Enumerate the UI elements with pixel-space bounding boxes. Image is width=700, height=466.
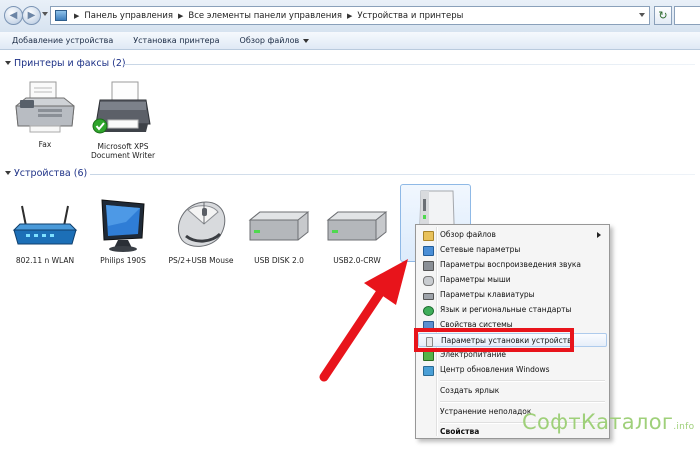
device-usb-disk[interactable]: USB DISK 2.0 (246, 196, 312, 268)
browse-files-button[interactable]: Обзор файлов (240, 36, 310, 45)
add-printer-button[interactable]: Установка принтера (133, 36, 219, 45)
control-panel-icon (55, 10, 67, 21)
menu-item-label: Параметры воспроизведения звука (440, 260, 582, 269)
speaker-icon (423, 261, 434, 271)
menu-item-label: Центр обновления Windows (440, 365, 550, 374)
device-mouse[interactable]: PS/2+USB Mouse (168, 196, 234, 268)
network-icon (423, 246, 434, 256)
group-header-devices[interactable]: Устройства (6) (0, 168, 700, 180)
router-icon (12, 205, 78, 245)
group-title-printers: Принтеры и факсы (2) (14, 58, 126, 69)
device-label-monitor: Philips 190S (100, 256, 146, 265)
windows-update-icon (423, 366, 434, 376)
highlight-box (414, 328, 574, 352)
breadcrumb: ▶ Панель управления ▶ Все элементы панел… (69, 7, 463, 24)
menu-item-label: Параметры клавиатуры (440, 290, 535, 299)
menu-separator (440, 380, 605, 382)
device-label-mouse: PS/2+USB Mouse (168, 256, 234, 265)
menu-item-keyboard-settings[interactable]: Параметры клавиатуры (418, 288, 607, 302)
menu-separator (440, 401, 605, 403)
menu-item-create-shortcut[interactable]: Создать ярлык (418, 384, 607, 398)
group-title-devices: Устройства (6) (14, 168, 88, 179)
menu-item-label: Создать ярлык (440, 386, 500, 395)
add-device-button[interactable]: Добавление устройства (12, 36, 113, 45)
menu-item-sound-settings[interactable]: Параметры воспроизведения звука (418, 258, 607, 272)
printer-icon (92, 81, 151, 134)
breadcrumb-devices-printers[interactable]: Устройства и принтеры (357, 11, 463, 21)
address-field[interactable]: ▶ Панель управления ▶ Все элементы панел… (50, 6, 650, 25)
browse-files-label: Обзор файлов (239, 36, 300, 45)
menu-item-browse-files[interactable]: Обзор файлов (418, 228, 607, 242)
device-label-wlan: 802.11 n WLAN (15, 256, 75, 265)
drive-icon (326, 211, 388, 241)
power-icon (423, 351, 434, 361)
address-bar: ◀ ▶ ▶ Панель управления ▶ Все элементы п… (0, 0, 700, 33)
device-wlan[interactable]: 802.11 n WLAN (12, 196, 78, 268)
recent-pages-dropdown[interactable] (42, 12, 48, 16)
mouse-icon (177, 201, 226, 247)
red-arrow-icon (319, 259, 408, 382)
fax-icon (15, 81, 75, 133)
menu-item-region-settings[interactable]: Язык и региональные стандарты (418, 303, 607, 317)
globe-icon (423, 306, 434, 316)
menu-item-label: Устранение неполадок (440, 407, 532, 416)
back-button[interactable]: ◀ (4, 6, 23, 25)
collapse-arrow-icon[interactable] (5, 61, 11, 65)
menu-item-windows-update[interactable]: Центр обновления Windows (418, 363, 607, 377)
watermark: СофтКаталог.info (522, 410, 694, 434)
address-dropdown-icon[interactable] (639, 13, 645, 17)
menu-item-network-settings[interactable]: Сетевые параметры (418, 243, 607, 257)
menu-item-label: Параметры мыши (440, 275, 511, 284)
collapse-arrow-icon[interactable] (5, 171, 11, 175)
menu-item-label: Язык и региональные стандарты (440, 305, 572, 314)
breadcrumb-separator-icon[interactable]: ▶ (178, 12, 183, 20)
watermark-suffix: .info (673, 422, 695, 432)
mouse-icon (423, 276, 434, 286)
group-header-printers[interactable]: Принтеры и факсы (2) (0, 58, 700, 70)
menu-item-label: Сетевые параметры (440, 245, 521, 254)
search-input[interactable] (674, 6, 700, 25)
refresh-button[interactable]: ↻ (654, 6, 672, 25)
group-divider (124, 64, 695, 65)
submenu-arrow-icon (597, 232, 601, 238)
breadcrumb-all-items[interactable]: Все элементы панели управления (188, 11, 342, 21)
device-fax[interactable]: Fax (12, 80, 78, 152)
group-divider (90, 174, 695, 175)
menu-item-label: Обзор файлов (440, 230, 496, 239)
monitor-icon (101, 199, 145, 252)
breadcrumb-control-panel[interactable]: Панель управления (84, 11, 173, 21)
device-label-xps-writer: Microsoft XPS Document Writer (90, 142, 156, 160)
device-label-fax: Fax (38, 140, 52, 149)
chevron-down-icon (303, 38, 310, 43)
keyboard-icon (423, 293, 434, 300)
menu-item-label: Свойства (440, 427, 480, 436)
breadcrumb-separator-icon[interactable]: ▶ (74, 12, 79, 20)
folder-icon (423, 231, 434, 241)
device-monitor[interactable]: Philips 190S (90, 196, 156, 268)
forward-button[interactable]: ▶ (22, 6, 41, 25)
menu-item-mouse-settings[interactable]: Параметры мыши (418, 273, 607, 287)
drive-icon (248, 211, 310, 241)
watermark-text: СофтКаталог (522, 410, 674, 434)
breadcrumb-separator-icon[interactable]: ▶ (347, 12, 352, 20)
device-xps-writer[interactable]: Microsoft XPS Document Writer (90, 80, 156, 160)
command-bar: Добавление устройства Установка принтера… (0, 32, 700, 50)
